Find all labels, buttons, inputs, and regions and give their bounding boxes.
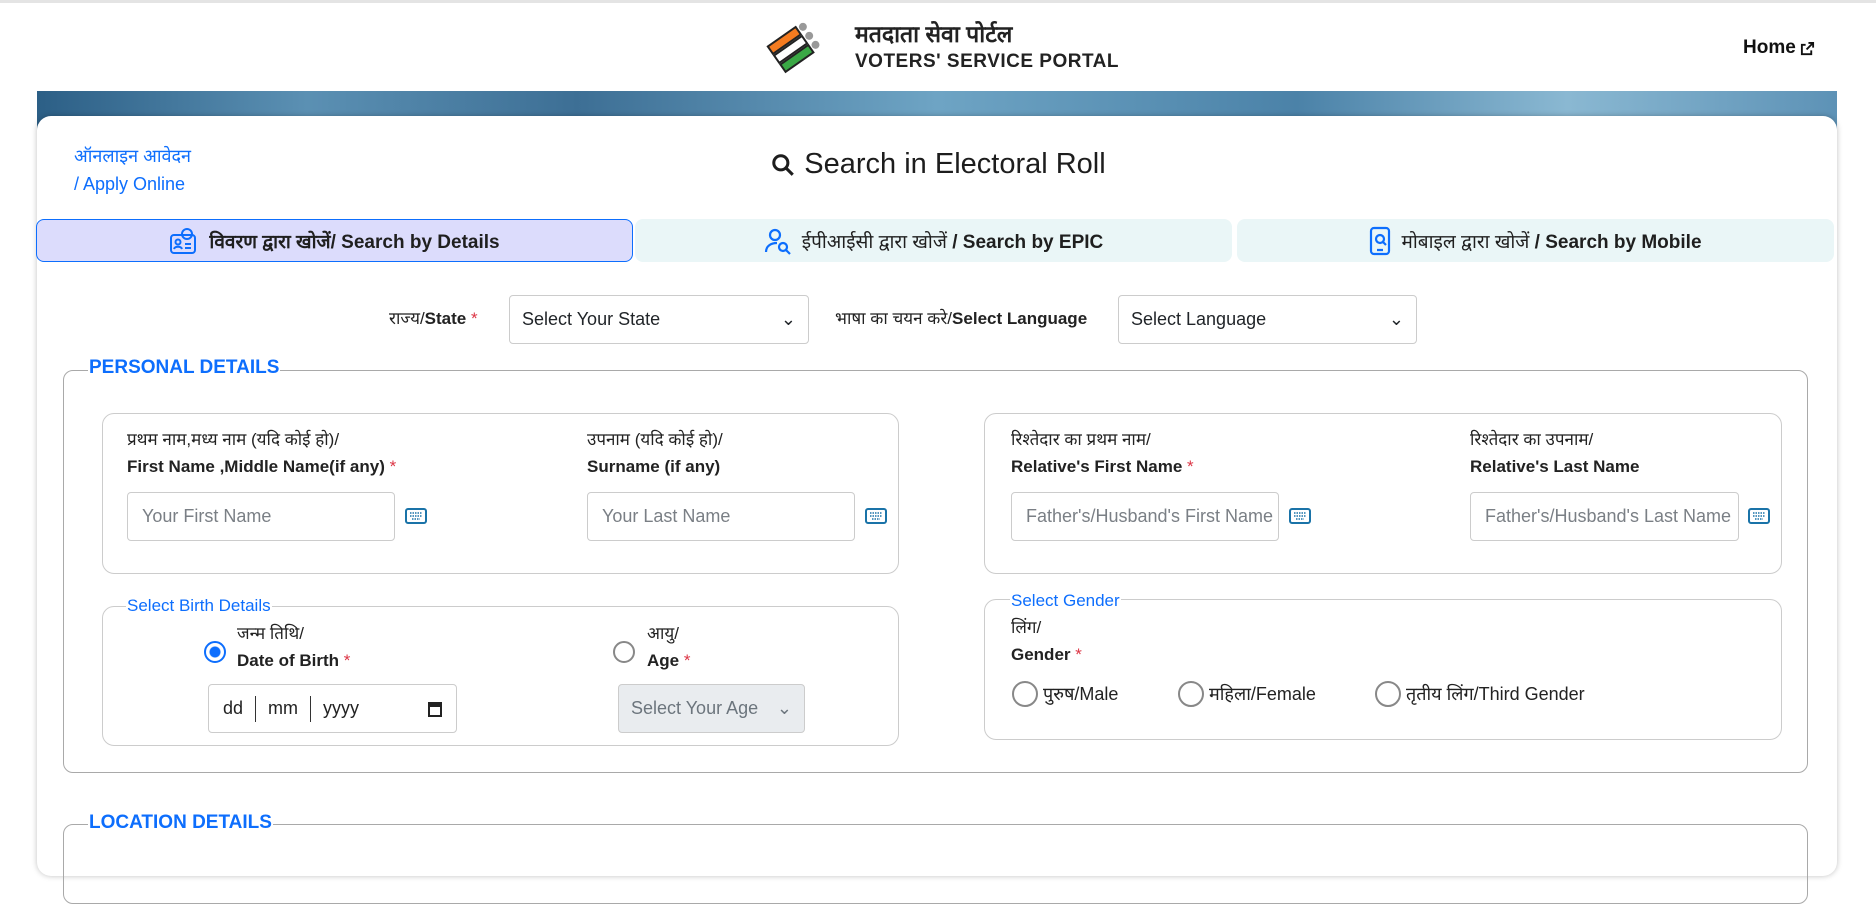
language-select-value: Select Language — [1131, 309, 1267, 329]
language-select[interactable]: Select Language ⌄ — [1118, 295, 1417, 344]
first-name-input[interactable]: Your First Name — [127, 492, 395, 541]
keyboard-icon[interactable] — [405, 508, 427, 524]
state-label: राज्य/State * — [389, 309, 478, 328]
home-label: Home — [1743, 37, 1796, 58]
user-search-icon — [764, 228, 791, 255]
chevron-down-icon: ⌄ — [1388, 309, 1404, 329]
calendar-icon[interactable] — [428, 701, 442, 717]
relative-first-name-input[interactable]: Father's/Husband's First Name — [1011, 492, 1279, 541]
chevron-down-icon: ⌄ — [776, 698, 792, 718]
birth-details-legend: Select Birth Details — [126, 596, 272, 616]
mobile-icon — [1370, 226, 1391, 255]
tab-label: / Search by Details — [330, 231, 500, 253]
dob-radio[interactable] — [204, 641, 226, 663]
keyboard-icon[interactable] — [1289, 508, 1311, 524]
gender-female-label: महिला/Female — [1209, 684, 1316, 704]
page-title: Search in Electoral Roll — [0, 148, 1876, 181]
portal-title: VOTERS' SERVICE PORTAL — [855, 51, 1119, 72]
external-link-icon — [1800, 41, 1814, 55]
location-details-legend: LOCATION DETAILS — [88, 812, 273, 834]
tab-search-by-mobile[interactable]: मोबाइल द्वारा खोजें / Search by Mobile — [1237, 219, 1834, 262]
id-card-search-icon — [170, 227, 197, 254]
first-name-label: प्रथम नाम,मध्य नाम (यदि कोई हो)/First Na… — [127, 430, 397, 476]
dob-year: yyyy — [323, 698, 360, 718]
relative-first-name-label: रिश्तेदार का प्रथम नाम/Relative's First … — [1011, 430, 1194, 476]
state-select[interactable]: Select Your State ⌄ — [509, 295, 809, 344]
gender-legend: Select Gender — [1010, 591, 1121, 611]
home-link[interactable]: Home — [1743, 37, 1815, 59]
tab-label-hindi: मोबाइल द्वारा खोजें — [1401, 231, 1530, 253]
age-label: आयु/Age * — [647, 624, 691, 670]
keyboard-icon[interactable] — [1748, 508, 1770, 524]
location-details-section — [63, 824, 1808, 904]
age-select-value: Select Your Age — [631, 698, 759, 718]
tab-label: / Search by Mobile — [1529, 231, 1702, 253]
keyboard-icon[interactable] — [865, 508, 887, 524]
page-title-text: Search in Electoral Roll — [804, 148, 1106, 180]
gender-female-radio[interactable] — [1178, 681, 1204, 707]
personal-details-legend: PERSONAL DETAILS — [88, 357, 281, 379]
surname-label: उपनाम (यदि कोई हो)/Surname (if any) — [587, 430, 723, 476]
language-label: भाषा का चयन करे/Select Language — [835, 309, 1088, 328]
tab-label-hindi: ईपीआईसी द्वारा खोजें — [801, 231, 947, 253]
dob-month: mm — [268, 698, 299, 718]
state-select-value: Select Your State — [522, 309, 661, 329]
eci-logo — [766, 22, 820, 74]
gender-label: लिंग/Gender * — [1011, 618, 1082, 664]
tab-search-by-details[interactable]: विवरण द्वारा खोजें/ Search by Details — [36, 219, 633, 262]
chevron-down-icon: ⌄ — [780, 309, 796, 329]
search-icon — [772, 153, 795, 176]
tab-label-hindi: विवरण द्वारा खोजें — [209, 231, 331, 253]
gender-male-label: पुरुष/Male — [1043, 684, 1119, 704]
gender-third-radio[interactable] — [1375, 681, 1401, 707]
dob-label: जन्म तिथि/Date of Birth * — [237, 624, 351, 670]
tab-label: / Search by EPIC — [946, 231, 1104, 253]
surname-input[interactable]: Your Last Name — [587, 492, 855, 541]
dob-day: dd — [223, 698, 244, 718]
gender-section — [984, 599, 1782, 740]
tab-search-by-epic[interactable]: ईपीआईसी द्वारा खोजें / Search by EPIC — [635, 219, 1232, 262]
gender-male-radio[interactable] — [1012, 681, 1038, 707]
relative-last-name-input[interactable]: Father's/Husband's Last Name — [1470, 492, 1739, 541]
gender-third-label: तृतीय लिंग/Third Gender — [1406, 684, 1585, 704]
dob-input[interactable]: dd mm yyyy — [208, 684, 457, 733]
age-radio[interactable] — [613, 641, 635, 663]
relative-last-name-label: रिश्तेदार का उपनाम/Relative's Last Name — [1470, 430, 1640, 476]
portal-title-hindi: मतदाता सेवा पोर्टल — [855, 21, 1013, 47]
age-select[interactable]: Select Your Age ⌄ — [618, 684, 805, 733]
